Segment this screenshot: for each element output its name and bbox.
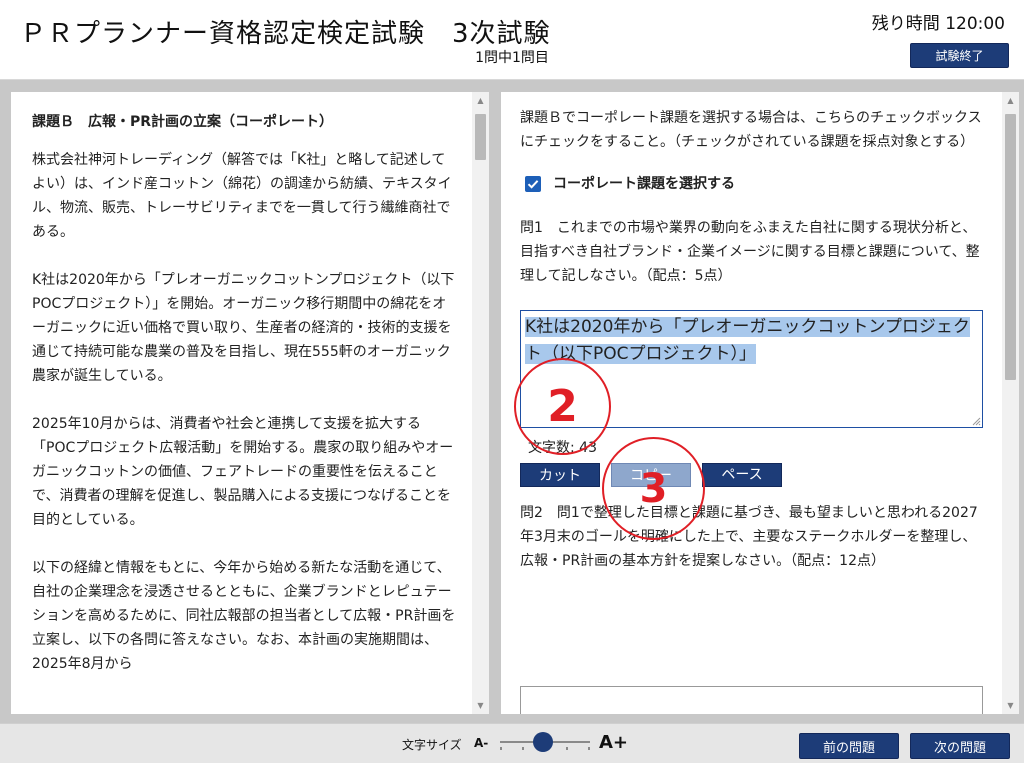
- answer-2-textarea[interactable]: [520, 686, 983, 714]
- time-remaining-label: 残り時間: [871, 14, 940, 34]
- case-title: 課題Ｂ 広報・PR計画の立案（コーポレート）: [32, 114, 334, 130]
- slider-tick: [522, 747, 524, 750]
- corporate-task-checkbox[interactable]: [525, 176, 541, 192]
- annotation-marker-2: 2: [514, 358, 611, 455]
- paste-button[interactable]: ペースト: [702, 463, 782, 503]
- question-counter: 1問中1問目: [475, 50, 549, 66]
- scroll-down-arrow-icon[interactable]: ▼: [1002, 697, 1019, 714]
- question-1: 問1 これまでの市場や業界の動向をふまえた自社に関する現状分析と、目指すべき自社…: [520, 220, 980, 284]
- scroll-up-arrow-icon[interactable]: ▲: [1002, 92, 1019, 109]
- cut-button[interactable]: カット: [520, 463, 600, 487]
- time-remaining-value: 120:00: [945, 14, 1005, 34]
- font-smaller-button[interactable]: A-: [474, 736, 488, 750]
- question-2: 問2 問1で整理した目標と課題に基づき、最も望ましいと思われる2027年3月末の…: [520, 505, 978, 569]
- slider-knob[interactable]: [533, 732, 553, 752]
- corporate-task-checkbox-label: コーポレート課題を選択する: [553, 176, 735, 192]
- case-paragraph: 以下の経緯と情報をもとに、今年から始める新たな活動を通じて、自社の企業理念を浸透…: [32, 560, 456, 672]
- right-scrollbar-thumb[interactable]: [1005, 114, 1016, 380]
- slider-tick: [566, 747, 568, 750]
- exam-header: ＰＲプランナー資格認定検定試験 3次試験 1問中1問目 残り時間 120:00 …: [0, 0, 1024, 80]
- edit-toolbar: カット コピー ペースト: [520, 463, 983, 503]
- left-scrollbar[interactable]: ▲ ▼: [472, 92, 489, 714]
- slider-tick: [588, 747, 590, 750]
- font-size-label: 文字サイズ: [402, 738, 462, 752]
- previous-question-button[interactable]: 前の問題: [799, 733, 899, 759]
- time-remaining: 残り時間 120:00: [872, 9, 1005, 34]
- answer-1-selected-text[interactable]: K社は2020年から「プレオーガニックコットンプロジェクト（以下POCプロジェク…: [525, 317, 970, 364]
- slider-tick: [500, 747, 502, 750]
- case-description-panel[interactable]: 課題Ｂ 広報・PR計画の立案（コーポレート） 株式会社神河トレーディング（解答で…: [11, 92, 489, 714]
- font-size-slider[interactable]: [500, 732, 590, 756]
- end-exam-button[interactable]: 試験終了: [910, 43, 1009, 68]
- scroll-down-arrow-icon[interactable]: ▼: [472, 697, 489, 714]
- corporate-task-checkbox-row[interactable]: コーポレート課題を選択する: [520, 172, 983, 196]
- exam-footer: 文字サイズ A- A+ 前の問題 次の問題: [0, 723, 1024, 763]
- case-paragraph: 株式会社神河トレーディング（解答では「K社」と略して記述してよい）は、インド産コ…: [32, 152, 452, 240]
- case-paragraph: 2025年10月からは、消費者や社会と連携して支援を拡大する「POCプロジェクト…: [32, 416, 454, 528]
- case-description: 課題Ｂ 広報・PR計画の立案（コーポレート） 株式会社神河トレーディング（解答で…: [32, 110, 457, 700]
- exam-title: ＰＲプランナー資格認定検定試験 3次試験: [20, 19, 551, 49]
- case-paragraph: K社は2020年から「プレオーガニックコットンプロジェクト（以下POCプロジェク…: [32, 272, 455, 384]
- selection-instruction: 課題Ｂでコーポレート課題を選択する場合は、こちらのチェックボックスにチェックをす…: [520, 110, 982, 150]
- questions-content: 課題Ｂでコーポレート課題を選択する場合は、こちらのチェックボックスにチェックをす…: [520, 106, 983, 595]
- resize-grip-icon[interactable]: [971, 416, 981, 426]
- next-question-button[interactable]: 次の問題: [910, 733, 1010, 759]
- annotation-marker-3: 3: [602, 437, 705, 540]
- checkmark-icon: [527, 180, 539, 189]
- left-scrollbar-thumb[interactable]: [475, 114, 486, 160]
- scroll-up-arrow-icon[interactable]: ▲: [472, 92, 489, 109]
- main-area: 課題Ｂ 広報・PR計画の立案（コーポレート） 株式会社神河トレーディング（解答で…: [0, 80, 1024, 723]
- right-scrollbar[interactable]: ▲ ▼: [1002, 92, 1019, 714]
- font-larger-button[interactable]: A+: [599, 732, 628, 753]
